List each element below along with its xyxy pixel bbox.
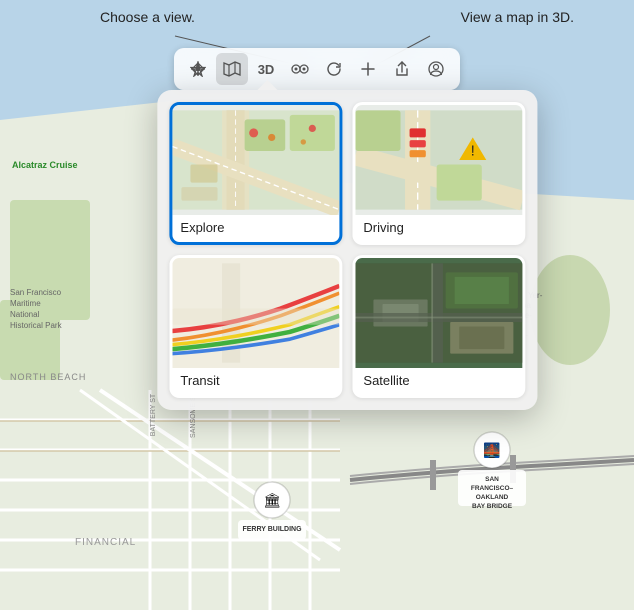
transit-option[interactable]: Transit [169,255,342,398]
satellite-thumbnail [355,258,522,368]
explore-label: Explore [172,215,339,242]
account-button[interactable] [420,53,452,85]
popup-triangle [257,80,277,90]
svg-text:NORTH BEACH: NORTH BEACH [10,372,86,382]
lookaround-button[interactable] [284,53,316,85]
map-options-panel: Explore ! [157,90,537,410]
refresh-button[interactable] [318,53,350,85]
transit-label: Transit [172,368,339,395]
map-options-grid: Explore ! [169,102,525,398]
svg-text:Alcatraz Cruise: Alcatraz Cruise [12,160,78,170]
transit-thumbnail [172,258,339,368]
share-button[interactable] [386,53,418,85]
toolbar: 3D [174,48,460,90]
svg-text:🏛: 🏛 [263,492,281,508]
svg-text:FERRY BUILDING: FERRY BUILDING [242,526,302,533]
map-view-button[interactable] [216,53,248,85]
satellite-option[interactable]: Satellite [352,255,525,398]
svg-text:OAKLAND: OAKLAND [476,494,509,501]
driving-option[interactable]: ! Driving [352,102,525,245]
svg-text:FRANCISCO–: FRANCISCO– [471,485,514,492]
svg-text:🌉: 🌉 [483,442,500,459]
svg-text:FINANCIAL: FINANCIAL [75,537,136,548]
explore-option[interactable]: Explore [169,102,342,245]
svg-text:SAN: SAN [485,476,499,483]
svg-text:!: ! [471,143,475,159]
location-button[interactable] [182,53,214,85]
svg-text:Maritime: Maritime [10,299,41,308]
add-button[interactable] [352,53,384,85]
svg-text:San Francisco: San Francisco [10,288,62,297]
driving-thumbnail: ! [355,105,522,215]
svg-text:BATTERY ST: BATTERY ST [150,393,157,436]
driving-label: Driving [355,215,522,242]
svg-text:National: National [10,310,40,319]
satellite-label: Satellite [355,368,522,395]
svg-text:Historical Park: Historical Park [10,321,63,330]
explore-thumbnail [172,105,339,215]
svg-text:BAY BRIDGE: BAY BRIDGE [472,503,513,510]
